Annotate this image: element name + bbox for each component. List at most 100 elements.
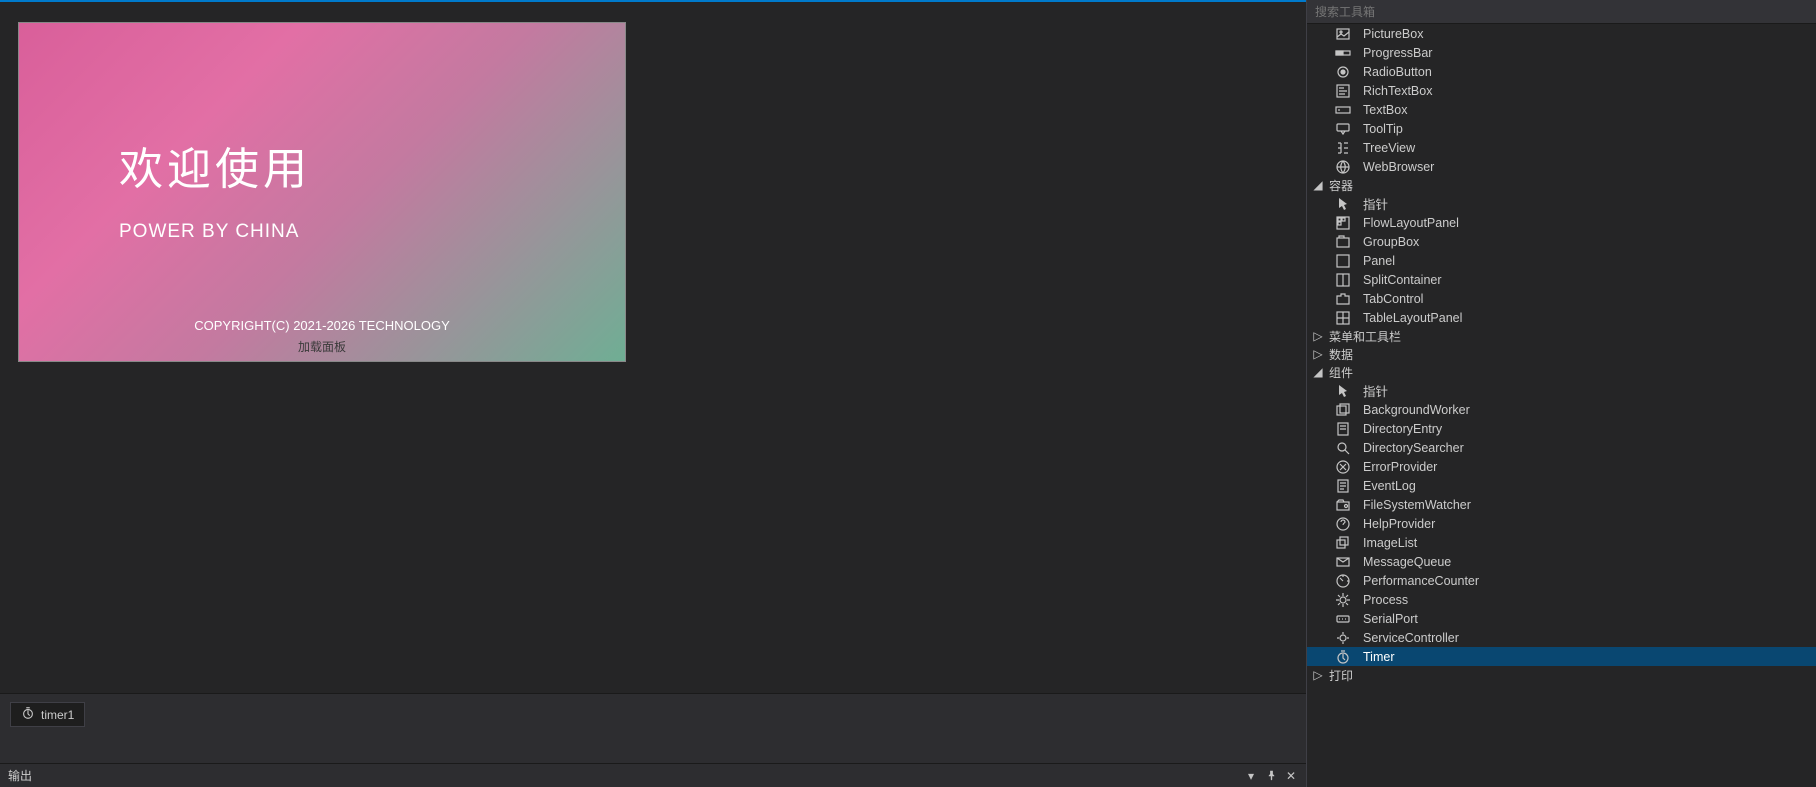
toolbox-item-directoryentry[interactable]: DirectoryEntry — [1307, 419, 1816, 438]
panel-icon — [1335, 253, 1351, 269]
pointer-icon — [1335, 196, 1351, 212]
toolbox-category-数据[interactable]: ▷数据 — [1307, 345, 1816, 363]
toolbox-category-label: 打印 — [1329, 667, 1353, 684]
toolbox-item-label: TreeView — [1363, 141, 1415, 155]
toolbox-item-eventlog[interactable]: EventLog — [1307, 476, 1816, 495]
textbox-icon — [1335, 102, 1351, 118]
toolbox-category-菜单和工具栏[interactable]: ▷菜单和工具栏 — [1307, 327, 1816, 345]
toolbox-item-label: RadioButton — [1363, 65, 1432, 79]
direntry-icon — [1335, 421, 1351, 437]
toolbox-item-label: TableLayoutPanel — [1363, 311, 1462, 325]
toolbox-tree[interactable]: PictureBox ProgressBar RadioButton RichText… — [1307, 24, 1816, 787]
toolbox-item-tabcontrol[interactable]: TabControl — [1307, 289, 1816, 308]
toolbox-item-label: Process — [1363, 593, 1408, 607]
toolbox-item-performancecounter[interactable]: PerformanceCounter — [1307, 571, 1816, 590]
helpprovider-icon — [1335, 516, 1351, 532]
toolbox-item-backgroundworker[interactable]: BackgroundWorker — [1307, 400, 1816, 419]
dropdown-icon[interactable]: ▾ — [1244, 769, 1258, 783]
chevron-down-icon: ◢ — [1313, 365, 1323, 379]
timer-icon — [1335, 649, 1351, 665]
toolbox-item-label: FileSystemWatcher — [1363, 498, 1471, 512]
splash-panel-label: 加载面板 — [19, 338, 625, 355]
messagequeue-icon — [1335, 554, 1351, 570]
toolbox-category-label: 容器 — [1329, 177, 1353, 194]
splash-subtitle: POWER BY CHINA — [119, 221, 299, 243]
toolbox-item-timer[interactable]: Timer — [1307, 647, 1816, 666]
toolbox-item-helpprovider[interactable]: HelpProvider — [1307, 514, 1816, 533]
richtextbox-icon — [1335, 83, 1351, 99]
toolbox-category-label: 组件 — [1329, 364, 1353, 381]
toolbox-item-label: HelpProvider — [1363, 517, 1435, 531]
toolbox-item-label: RichTextBox — [1363, 84, 1432, 98]
flowlayout-icon — [1335, 215, 1351, 231]
close-icon[interactable]: ✕ — [1284, 769, 1298, 783]
toolbox-search-input[interactable] — [1315, 5, 1808, 19]
toolbox-item-label: MessageQueue — [1363, 555, 1451, 569]
toolbox-item-label: EventLog — [1363, 479, 1416, 493]
tray-timer-label: timer1 — [41, 708, 74, 722]
toolbox-item-tooltip[interactable]: ToolTip — [1307, 119, 1816, 138]
toolbox-category-打印[interactable]: ▷打印 — [1307, 666, 1816, 684]
toolbox-item-label: TabControl — [1363, 292, 1423, 306]
toolbox-item-label: 指针 — [1363, 194, 1388, 213]
toolbox-item-webbrowser[interactable]: WebBrowser — [1307, 157, 1816, 176]
tablelayout-icon — [1335, 310, 1351, 326]
toolbox-item-指针[interactable]: 指针 — [1307, 194, 1816, 213]
toolbox-item-picturebox[interactable]: PictureBox — [1307, 24, 1816, 43]
output-panel-header[interactable]: 输出 ▾ ✕ — [0, 763, 1306, 787]
toolbox-item-flowlayoutpanel[interactable]: FlowLayoutPanel — [1307, 213, 1816, 232]
toolbox-item-serialport[interactable]: SerialPort — [1307, 609, 1816, 628]
component-tray: timer1 — [0, 693, 1306, 763]
toolbox-item-label: ImageList — [1363, 536, 1417, 550]
toolbox-item-label: DirectorySearcher — [1363, 441, 1464, 455]
toolbox-item-directorysearcher[interactable]: DirectorySearcher — [1307, 438, 1816, 457]
toolbox-category-容器[interactable]: ◢容器 — [1307, 176, 1816, 194]
toolbox-search[interactable] — [1307, 0, 1816, 24]
tooltip-icon — [1335, 121, 1351, 137]
toolbox-item-label: TextBox — [1363, 103, 1407, 117]
toolbox-item-panel[interactable]: Panel — [1307, 251, 1816, 270]
toolbox-item-label: SplitContainer — [1363, 273, 1442, 287]
pointer-icon — [1335, 383, 1351, 399]
webbrowser-icon — [1335, 159, 1351, 175]
toolbox-item-filesystemwatcher[interactable]: FileSystemWatcher — [1307, 495, 1816, 514]
process-icon — [1335, 592, 1351, 608]
picturebox-icon — [1335, 26, 1351, 42]
splash-copyright: COPYRIGHT(C) 2021-2026 TECHNOLOGY — [19, 318, 625, 333]
splash-form[interactable]: 欢迎使用 POWER BY CHINA COPYRIGHT(C) 2021-20… — [18, 22, 626, 362]
toolbox-item-servicecontroller[interactable]: ServiceController — [1307, 628, 1816, 647]
toolbox-item-treeview[interactable]: TreeView — [1307, 138, 1816, 157]
toolbox-item-label: DirectoryEntry — [1363, 422, 1442, 436]
toolbox-category-组件[interactable]: ◢ 组件 — [1307, 363, 1816, 381]
tray-timer-chip[interactable]: timer1 — [10, 702, 85, 727]
toolbox-item-label: Panel — [1363, 254, 1395, 268]
toolbox-item-label: WebBrowser — [1363, 160, 1434, 174]
pin-icon[interactable] — [1264, 769, 1278, 783]
toolbox-item-textbox[interactable]: TextBox — [1307, 100, 1816, 119]
toolbox-item-label: ErrorProvider — [1363, 460, 1437, 474]
toolbox-item-imagelist[interactable]: ImageList — [1307, 533, 1816, 552]
toolbox-item-progressbar[interactable]: ProgressBar — [1307, 43, 1816, 62]
toolbox-item-messagequeue[interactable]: MessageQueue — [1307, 552, 1816, 571]
timer-icon — [21, 706, 35, 723]
treeview-icon — [1335, 140, 1351, 156]
output-title: 输出 — [8, 767, 32, 784]
toolbox-item-radiobutton[interactable]: RadioButton — [1307, 62, 1816, 81]
toolbox-item-splitcontainer[interactable]: SplitContainer — [1307, 270, 1816, 289]
toolbox-item-label: PictureBox — [1363, 27, 1423, 41]
toolbox-item-tablelayoutpanel[interactable]: TableLayoutPanel — [1307, 308, 1816, 327]
toolbox-item-groupbox[interactable]: GroupBox — [1307, 232, 1816, 251]
dirsearch-icon — [1335, 440, 1351, 456]
toolbox-item-label: BackgroundWorker — [1363, 403, 1470, 417]
chevron-right-icon: ▷ — [1313, 329, 1323, 343]
bgworker-icon — [1335, 402, 1351, 418]
eventlog-icon — [1335, 478, 1351, 494]
toolbox-item-process[interactable]: Process — [1307, 590, 1816, 609]
progressbar-icon — [1335, 45, 1351, 61]
toolbox-item-errorprovider[interactable]: ErrorProvider — [1307, 457, 1816, 476]
designer-surface[interactable]: 欢迎使用 POWER BY CHINA COPYRIGHT(C) 2021-20… — [0, 2, 1306, 693]
toolbox-item-指针[interactable]: 指针 — [1307, 381, 1816, 400]
toolbox-item-label: SerialPort — [1363, 612, 1418, 626]
toolbox-item-richtextbox[interactable]: RichTextBox — [1307, 81, 1816, 100]
toolbox-item-label: FlowLayoutPanel — [1363, 216, 1459, 230]
